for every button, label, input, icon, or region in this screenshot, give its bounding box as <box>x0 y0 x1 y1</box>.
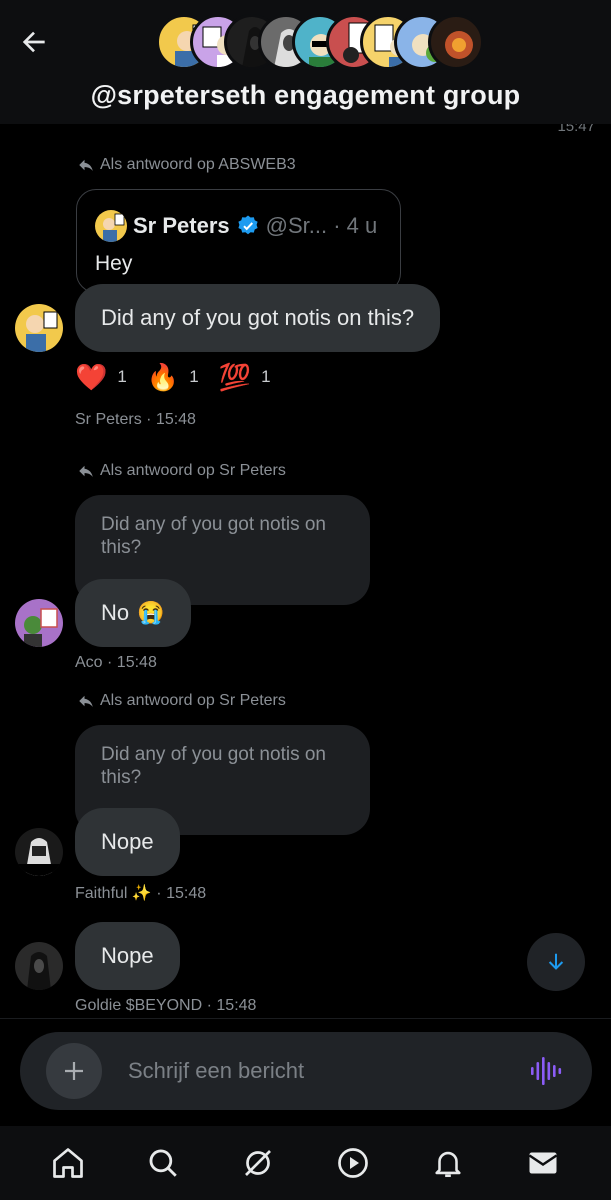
sender-avatar[interactable] <box>15 942 63 990</box>
reply-label: Als antwoord op Sr Peters <box>77 692 286 710</box>
reaction-heart[interactable]: ❤️ 1 <box>75 364 127 390</box>
author-name: Goldie $BEYOND <box>75 997 203 1014</box>
home-icon <box>52 1148 83 1178</box>
quoted-post-card[interactable]: Sr Peters @Sr... · 4 u Hey <box>76 189 401 293</box>
group-avatar-stack[interactable] <box>156 14 484 72</box>
grok-icon <box>244 1150 271 1176</box>
verified-badge-icon <box>238 215 258 235</box>
plus-icon <box>65 1062 83 1080</box>
nav-home[interactable] <box>46 1141 90 1185</box>
quote-handle-meta: @Sr... · 4 u <box>265 213 378 238</box>
author-name: Sr Peters <box>75 411 142 428</box>
nav-messages[interactable] <box>521 1141 565 1185</box>
reply-label: Als antwoord op ABSWEB3 <box>77 156 296 174</box>
nav-video[interactable] <box>331 1141 375 1185</box>
add-media-button[interactable] <box>46 1043 102 1099</box>
message-meta: Faithful ✨ · 15:48 <box>75 883 206 903</box>
reaction-fire[interactable]: 🔥 1 <box>147 364 199 390</box>
message-bubble[interactable]: Did any of you got notis on this? <box>75 284 441 352</box>
message-time: · 15:48 <box>107 654 157 671</box>
play-circle-icon <box>338 1148 368 1178</box>
reply-arrow-icon <box>79 159 93 171</box>
message-time: · 15:48 <box>146 411 196 428</box>
quote-text: Hey <box>95 252 133 275</box>
sender-avatar[interactable] <box>15 599 63 647</box>
message-bubble[interactable]: Nope <box>75 922 180 990</box>
bottom-navigation <box>0 1126 611 1200</box>
bell-icon <box>435 1151 461 1178</box>
author-name: Faithful ✨ <box>75 885 152 902</box>
message-time: · 15:48 <box>156 885 207 902</box>
message-meta: Aco · 15:48 <box>75 654 157 672</box>
quote-author-name: Sr Peters <box>133 213 230 238</box>
scroll-to-bottom-button[interactable] <box>527 933 585 991</box>
reply-label: Als antwoord op Sr Peters <box>77 462 286 480</box>
chat-header: @srpeterseth engagement group <box>0 0 611 124</box>
voice-message-button[interactable] <box>528 1054 564 1088</box>
reply-arrow-icon <box>79 465 93 477</box>
search-icon <box>149 1149 177 1177</box>
message-bubble[interactable]: Nope <box>75 808 180 876</box>
message-time: · 15:48 <box>206 997 257 1014</box>
nav-notifications[interactable] <box>426 1141 470 1185</box>
message-composer <box>20 1032 592 1110</box>
message-meta: Goldie $BEYOND · 15:48 <box>75 997 256 1015</box>
nav-search[interactable] <box>141 1141 185 1185</box>
reactions-row: ❤️ 1 🔥 1 💯 1 <box>75 364 271 390</box>
arrow-down-icon <box>548 953 564 970</box>
author-name: Aco <box>75 654 103 671</box>
reply-arrow-icon <box>79 695 93 707</box>
back-arrow-icon <box>22 31 45 53</box>
voice-waveform-icon <box>531 1057 562 1085</box>
back-button[interactable] <box>14 22 54 62</box>
envelope-icon <box>529 1152 558 1174</box>
message-input[interactable] <box>128 1032 508 1110</box>
group-title[interactable]: @srpeterseth engagement group <box>0 80 611 111</box>
quote-author-avatar <box>95 210 127 242</box>
reaction-hundred[interactable]: 💯 1 <box>219 364 271 390</box>
member-avatar <box>428 14 484 70</box>
message-meta: Sr Peters · 15:48 <box>75 411 196 429</box>
message-bubble[interactable]: No 😭 <box>75 579 191 647</box>
sender-avatar[interactable] <box>15 304 63 352</box>
nav-grok[interactable] <box>236 1141 280 1185</box>
sender-avatar[interactable] <box>15 828 63 876</box>
